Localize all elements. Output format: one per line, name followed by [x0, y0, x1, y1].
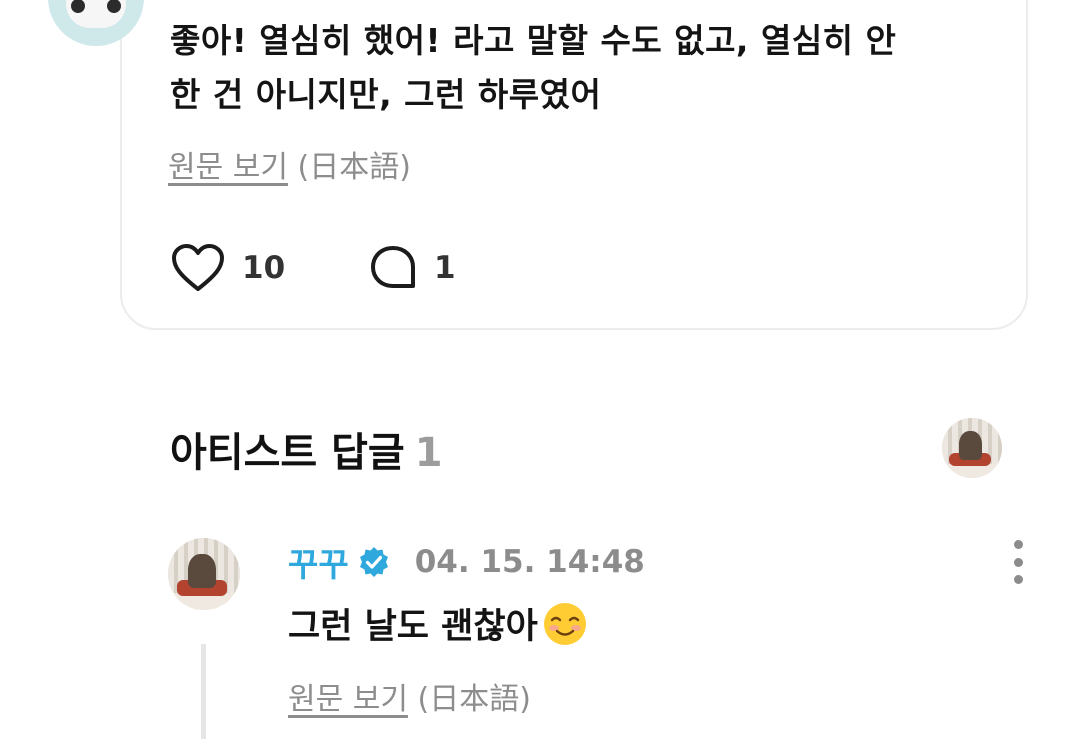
comment-author-name[interactable]: 꾸꾸: [288, 538, 349, 586]
heart-icon: [172, 244, 224, 291]
post-view-original[interactable]: 원문 보기 (日本語): [168, 142, 411, 186]
view-original-link[interactable]: 원문 보기: [288, 682, 408, 717]
post-text-line: 좋아! 열심히 했어! 라고 말할 수도 없고, 열심히 안: [170, 21, 897, 60]
artist-replies-count: 1: [414, 430, 443, 476]
artist-replies-header: 아티스트 답글 1: [170, 420, 443, 478]
post-text: 좋아! 열심히 했어! 라고 말할 수도 없고, 열심히 안 한 건 아니지만,…: [170, 14, 1000, 122]
comment-count: 1: [434, 250, 456, 286]
like-count: 10: [242, 250, 286, 286]
view-original-link[interactable]: 원문 보기: [168, 150, 288, 185]
like-button[interactable]: 10: [170, 240, 285, 296]
more-vertical-icon[interactable]: [1004, 540, 1032, 584]
post-text-line: 한 건 아니지만, 그런 하루였어: [170, 75, 602, 114]
artist-replies-title: 아티스트 답글: [170, 430, 405, 476]
original-language-label: (日本語): [417, 682, 531, 717]
comment-meta: 꾸꾸 04. 15. 14:48: [288, 538, 645, 586]
comment-text: 그런 날도 괜찮아: [288, 598, 588, 649]
original-language-label: (日本語): [297, 150, 411, 185]
page: 좋아! 열심히 했어! 라고 말할 수도 없고, 열심히 안 한 건 아니지만,…: [0, 0, 1080, 739]
reply-thread-line: [201, 644, 206, 739]
comment-bubble-icon: [371, 246, 415, 288]
comment-timestamp: 04. 15. 14:48: [414, 544, 645, 580]
artist-avatar[interactable]: [942, 418, 1002, 478]
comment-body: 그런 날도 괜찮아: [288, 607, 538, 647]
verified-badge-icon: [357, 545, 391, 579]
smiling-face-emoji: [543, 602, 586, 645]
comment-view-original[interactable]: 원문 보기 (日本語): [288, 674, 531, 718]
comment-author-avatar[interactable]: [168, 538, 240, 610]
comment-button[interactable]: 1: [368, 240, 456, 296]
